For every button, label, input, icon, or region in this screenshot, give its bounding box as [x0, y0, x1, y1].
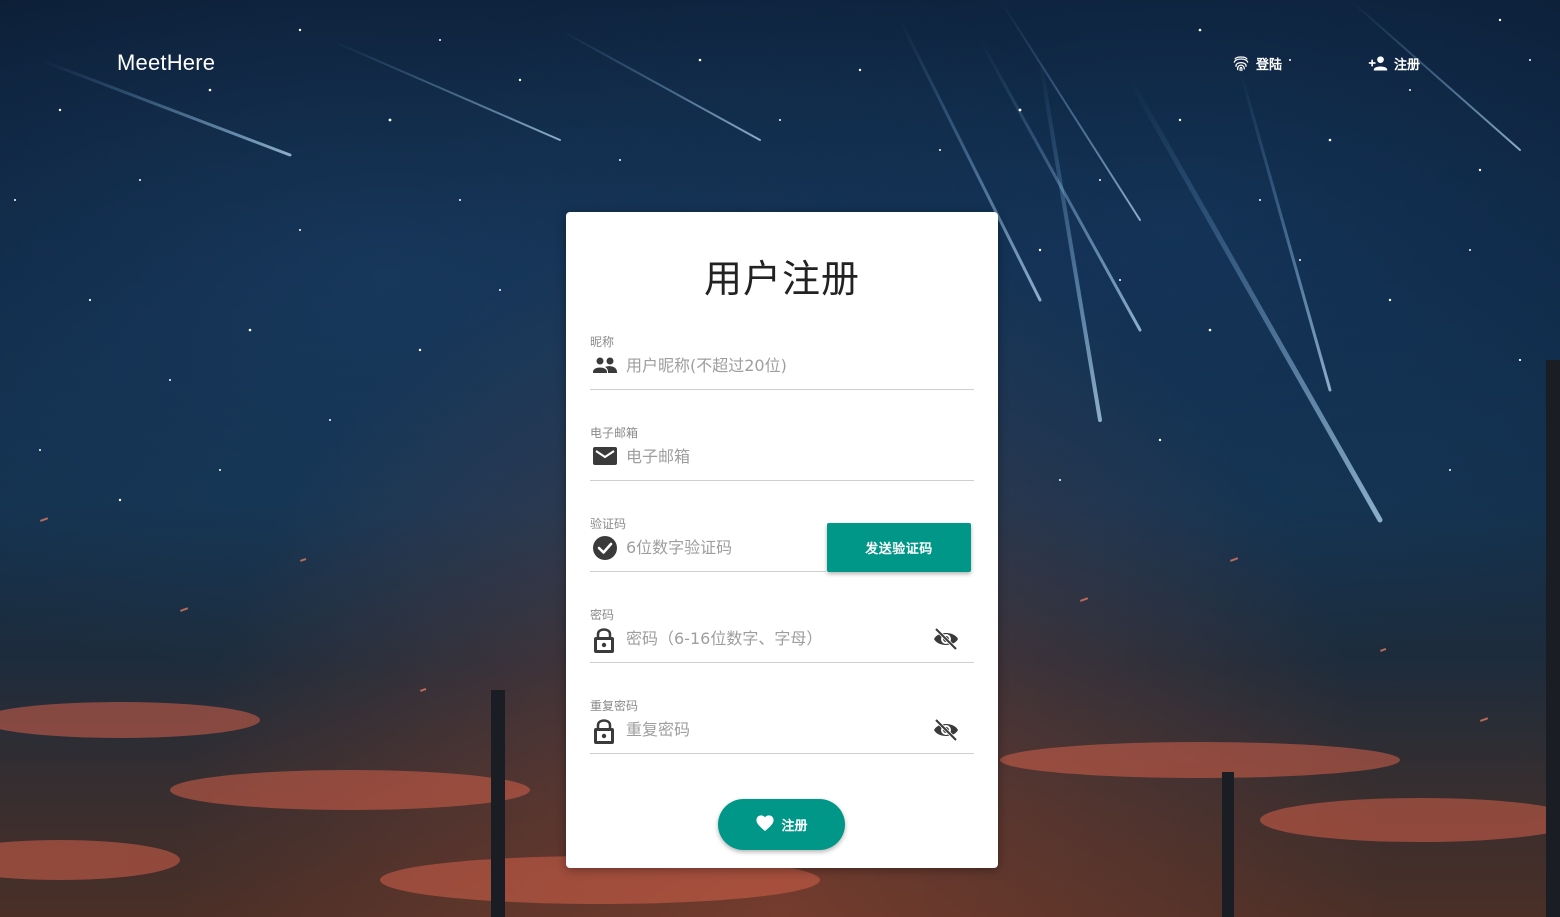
email-label: 电子邮箱 [590, 426, 639, 440]
verify-code-label: 验证码 [590, 517, 627, 531]
brand-logo[interactable]: MeetHere [117, 50, 215, 76]
repeat-password-label: 重复密码 [590, 699, 639, 713]
repeat-password-input[interactable] [626, 715, 916, 743]
people-icon [592, 353, 617, 377]
check-circle-icon [592, 535, 617, 560]
pole-left [491, 690, 505, 917]
send-code-button[interactable]: 发送验证码 [827, 523, 971, 572]
nav-register-label: 注册 [1394, 57, 1421, 73]
email-field: 电子邮箱 [590, 424, 974, 481]
verify-code-field: 验证码 [590, 515, 826, 572]
fingerprint-icon [1231, 53, 1251, 73]
visibility-off-icon[interactable] [932, 626, 958, 652]
pole-right [1222, 772, 1234, 917]
password-label: 密码 [590, 608, 615, 622]
register-card: 用户注册 昵称 电子邮箱 [566, 212, 998, 868]
nickname-input[interactable] [626, 351, 916, 379]
mail-icon [592, 444, 617, 468]
nickname-field: 昵称 [590, 333, 974, 390]
password-input[interactable] [626, 624, 916, 652]
repeat-password-field: 重复密码 [590, 697, 974, 754]
register-submit-label: 注册 [781, 819, 808, 834]
page-background: MeetHere 登陆 注册 用户注册 昵称 用户昵称(不超过20位) 电子邮箱… [0, 0, 1560, 917]
email-input[interactable] [626, 442, 916, 470]
nav-login-label: 登陆 [1256, 57, 1283, 73]
pole-far-right [1546, 360, 1560, 917]
visibility-off-icon[interactable] [932, 717, 958, 743]
heart-icon [755, 814, 775, 836]
lock-icon [592, 626, 616, 653]
person-add-icon [1367, 53, 1389, 73]
nickname-label: 昵称 [590, 335, 615, 349]
password-field: 密码 [590, 606, 974, 663]
register-title: 用户注册 [703, 257, 860, 301]
verify-code-input[interactable] [626, 533, 816, 561]
register-submit-button[interactable]: 注册 [718, 799, 845, 850]
nav-login-link[interactable]: 登陆 [1231, 53, 1282, 73]
lock-icon [592, 717, 616, 744]
nav-register-link[interactable]: 注册 [1367, 53, 1420, 73]
